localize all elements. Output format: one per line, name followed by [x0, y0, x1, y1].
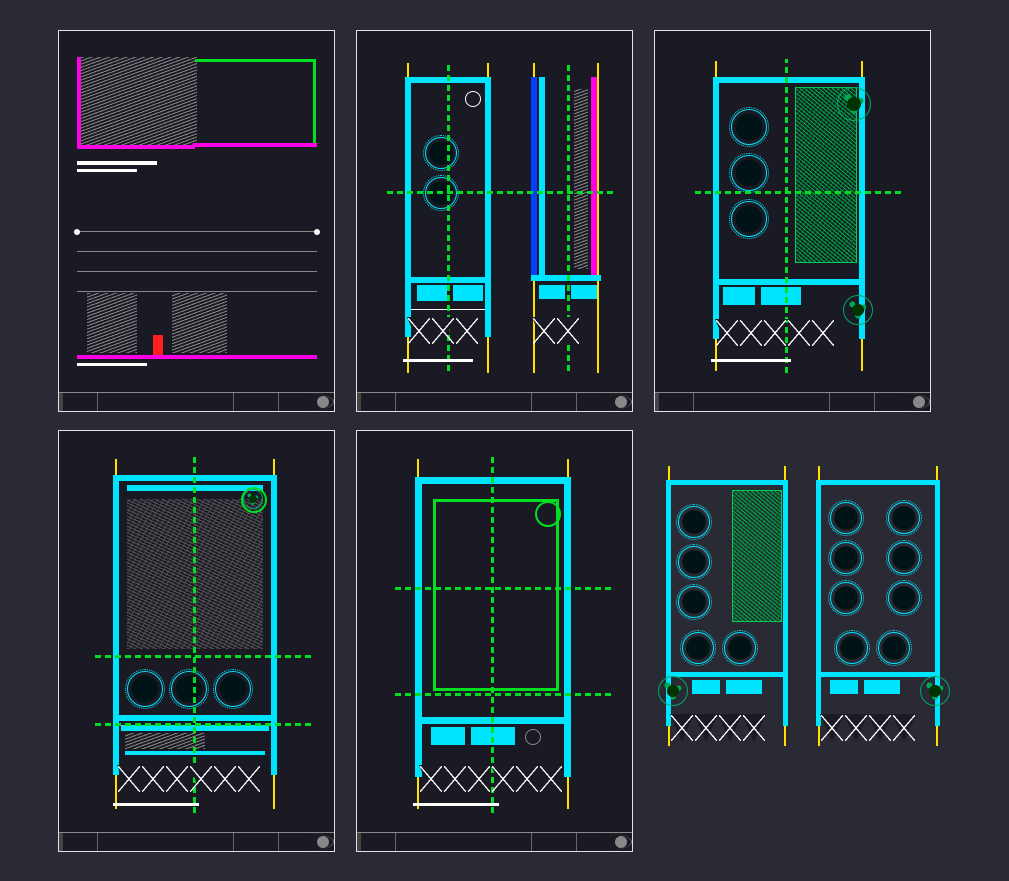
option-1 — [666, 480, 788, 726]
sheet-a3[interactable] — [654, 30, 931, 412]
section-view — [77, 231, 317, 371]
sheet-a6[interactable] — [660, 458, 950, 778]
sheet-a2[interactable] — [356, 30, 633, 412]
titleblock — [655, 392, 930, 411]
cad-model-space[interactable] — [0, 0, 1009, 881]
titleblock — [59, 392, 334, 411]
sheet-a4[interactable] — [58, 430, 335, 852]
plan-ground — [713, 77, 865, 339]
option-2 — [816, 480, 940, 726]
titleblock — [357, 392, 632, 411]
plan-right — [531, 77, 601, 337]
sheet-a1[interactable] — [58, 30, 335, 412]
titleblock — [357, 832, 632, 851]
sheet-a5[interactable] — [356, 430, 633, 852]
titleblock — [59, 832, 334, 851]
elevation-view — [77, 53, 317, 203]
